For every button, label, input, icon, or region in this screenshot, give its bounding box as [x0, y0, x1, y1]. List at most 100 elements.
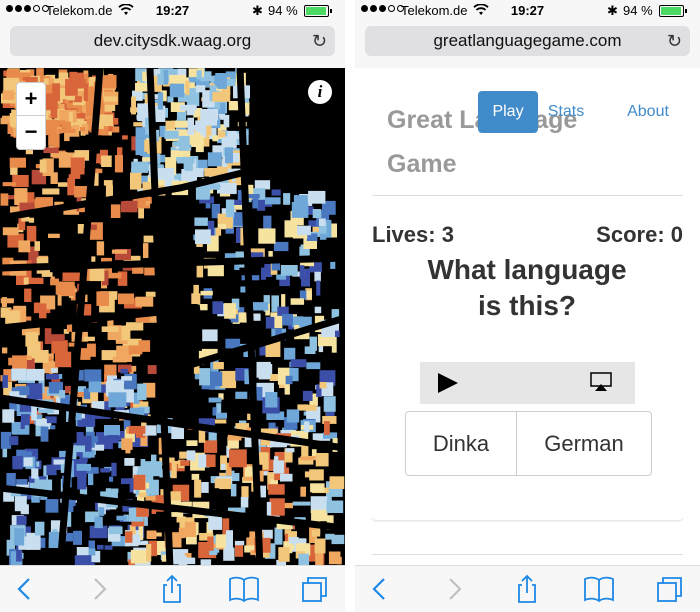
- building-footprint: [225, 199, 235, 218]
- bookmarks-icon[interactable]: [582, 574, 616, 604]
- building-footprint: [109, 476, 114, 482]
- building-footprint: [163, 70, 168, 85]
- browser-toolbar: [0, 565, 345, 612]
- building-footprint: [110, 204, 121, 218]
- building-footprint: [12, 456, 23, 470]
- building-footprint: [0, 193, 9, 206]
- url-text: dev.citysdk.waag.org: [93, 31, 252, 50]
- forward-icon[interactable]: [437, 574, 471, 604]
- building-footprint: [284, 502, 293, 509]
- building-footprint: [212, 301, 224, 315]
- nav-stats-link[interactable]: Stats: [540, 91, 592, 133]
- nav-about-link[interactable]: About: [618, 91, 678, 133]
- building-footprint: [84, 369, 102, 382]
- tabs-icon[interactable]: [653, 574, 687, 604]
- zoom-out-button[interactable]: −: [17, 116, 45, 149]
- building-footprint: [111, 462, 117, 477]
- building-footprint: [146, 530, 157, 539]
- building-footprint: [39, 159, 47, 173]
- answer-button[interactable]: German: [517, 412, 651, 475]
- building-footprint: [220, 463, 226, 470]
- building-footprint: [144, 140, 149, 152]
- building-footprint: [225, 147, 233, 164]
- nav-play-button[interactable]: Play: [478, 91, 538, 133]
- building-footprint: [328, 551, 341, 565]
- building-footprint: [147, 365, 157, 374]
- building-footprint: [135, 296, 154, 307]
- building-footprint: [84, 336, 95, 342]
- building-footprint: [306, 290, 312, 299]
- forward-icon[interactable]: [82, 574, 116, 604]
- building-footprint: [258, 228, 276, 244]
- building-footprint: [285, 448, 295, 453]
- building-footprint: [23, 277, 29, 285]
- back-icon[interactable]: [363, 574, 397, 604]
- url-text: greatlanguagegame.com: [433, 31, 622, 50]
- building-footprint: [79, 127, 86, 132]
- battery-percent: 94 %: [268, 3, 298, 18]
- building-footprint: [50, 334, 65, 342]
- building-footprint: [107, 272, 122, 279]
- building-footprint: [186, 440, 198, 446]
- building-footprint: [165, 120, 175, 130]
- building-footprint: [2, 90, 15, 100]
- bookmarks-icon[interactable]: [227, 574, 261, 604]
- address-bar[interactable]: dev.citysdk.waag.org ↻: [10, 26, 335, 56]
- building-footprint: [104, 545, 113, 550]
- battery-icon: [659, 5, 687, 17]
- building-age-map[interactable]: [0, 68, 345, 565]
- building-footprint: [2, 227, 19, 236]
- building-footprint: [216, 412, 227, 419]
- building-footprint: [53, 133, 60, 148]
- share-icon[interactable]: [155, 574, 189, 604]
- building-footprint: [164, 130, 179, 139]
- building-footprint: [301, 445, 309, 457]
- building-footprint: [170, 150, 184, 158]
- building-footprint: [121, 438, 133, 450]
- building-footprint: [116, 515, 127, 521]
- building-footprint: [299, 265, 305, 280]
- web-page: Great Language Game Play Stats About Liv…: [355, 68, 700, 565]
- building-footprint: [145, 495, 157, 501]
- building-footprint: [66, 323, 73, 332]
- reload-icon[interactable]: ↻: [312, 26, 327, 56]
- share-icon[interactable]: [510, 574, 544, 604]
- address-bar[interactable]: greatlanguagegame.com ↻: [365, 26, 690, 56]
- building-footprint: [155, 532, 162, 537]
- info-button[interactable]: i: [308, 80, 332, 104]
- play-icon[interactable]: [438, 373, 458, 393]
- building-footprint: [280, 473, 293, 482]
- building-footprint: [111, 488, 119, 493]
- building-footprint: [202, 329, 218, 342]
- building-footprint: [213, 362, 224, 370]
- building-footprint: [157, 73, 164, 85]
- building-footprint: [34, 241, 40, 251]
- building-footprint: [112, 356, 127, 363]
- building-footprint: [180, 460, 190, 466]
- map-view[interactable]: [0, 68, 345, 565]
- building-footprint: [212, 135, 219, 142]
- building-footprint: [335, 330, 340, 337]
- building-footprint: [309, 336, 317, 351]
- building-footprint: [256, 361, 271, 378]
- panel-edge: [372, 516, 683, 520]
- building-footprint: [57, 294, 62, 306]
- building-footprint: [48, 233, 60, 238]
- answer-button[interactable]: Dinka: [406, 412, 517, 475]
- building-footprint: [184, 521, 196, 537]
- building-footprint: [312, 209, 322, 219]
- reload-icon[interactable]: ↻: [667, 26, 682, 56]
- building-footprint: [103, 180, 113, 186]
- building-footprint: [131, 96, 136, 115]
- tabs-icon[interactable]: [298, 574, 332, 604]
- building-footprint: [138, 340, 151, 352]
- building-footprint: [57, 281, 75, 297]
- building-footprint: [284, 347, 296, 360]
- building-footprint: [204, 113, 217, 126]
- back-icon[interactable]: [8, 574, 42, 604]
- building-footprint: [101, 155, 112, 167]
- building-footprint: [130, 549, 148, 564]
- zoom-in-button[interactable]: +: [17, 83, 45, 116]
- airplay-icon[interactable]: [590, 372, 612, 392]
- building-footprint: [36, 419, 47, 426]
